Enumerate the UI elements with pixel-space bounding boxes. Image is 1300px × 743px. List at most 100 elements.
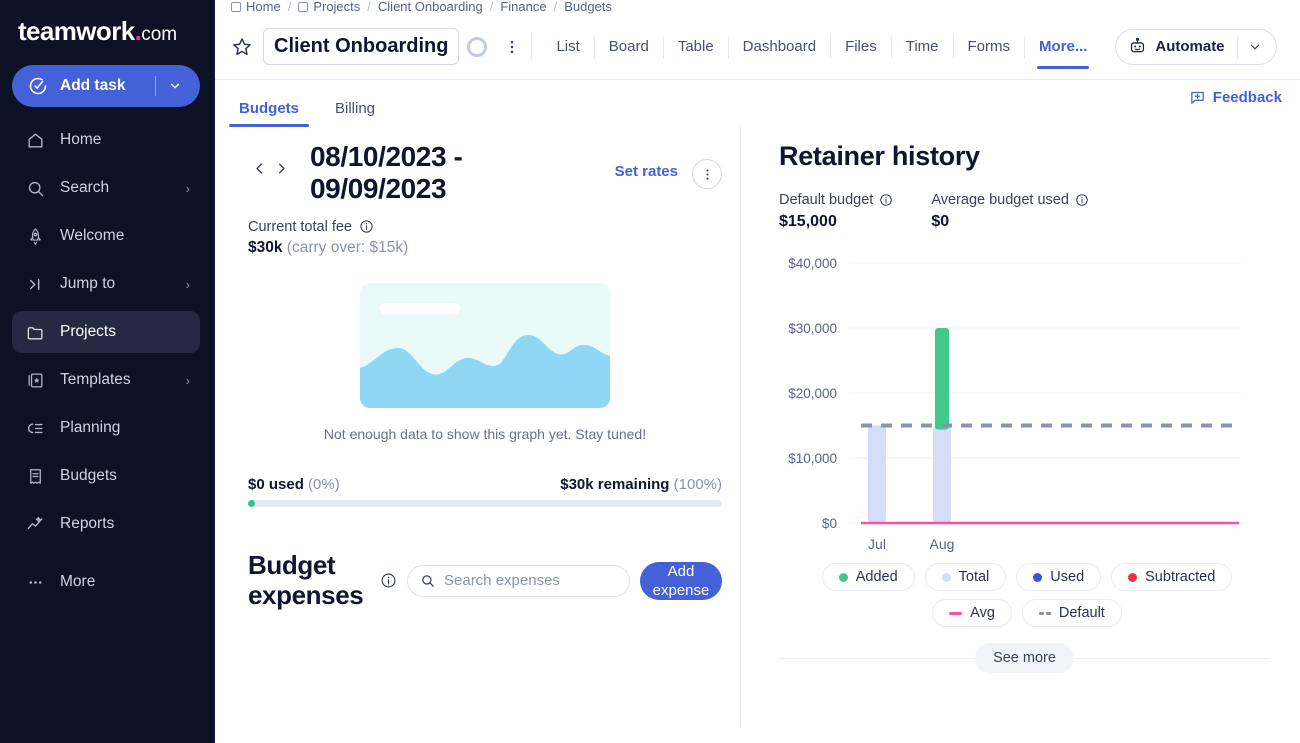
budget-progress-bar <box>248 500 722 507</box>
info-icon[interactable] <box>1075 193 1089 207</box>
star-icon[interactable] <box>231 36 253 58</box>
add-task-label: Add task <box>60 77 155 95</box>
legend-marker-dot <box>1128 573 1137 582</box>
breadcrumb-item-budgets[interactable]: Budgets <box>564 0 612 14</box>
tab-forms[interactable]: Forms <box>954 25 1025 69</box>
carry-over-label: (carry over: $15k) <box>287 239 408 256</box>
budget-kebab-menu-icon[interactable] <box>692 159 722 189</box>
stat-value: $0 <box>931 213 1089 231</box>
used-percent: (0%) <box>308 476 340 493</box>
sidebar-item-home[interactable]: Home <box>12 119 200 161</box>
tab-more[interactable]: More... <box>1025 25 1101 69</box>
progress-circle-icon[interactable] <box>467 37 487 57</box>
set-rates-link[interactable]: Set rates <box>615 163 678 180</box>
add-task-divider <box>155 76 156 96</box>
breadcrumb-label: Budgets <box>564 0 612 14</box>
info-icon[interactable] <box>359 219 374 234</box>
current-total-fee-label: Current total fee <box>248 219 352 235</box>
chevron-right-icon[interactable] <box>270 153 292 183</box>
sidebar-item-arrow: › <box>186 373 190 388</box>
automate-button[interactable]: Automate <box>1115 29 1276 65</box>
add-expense-button[interactable]: Add expense <box>640 562 722 600</box>
empty-graph-card <box>360 283 610 408</box>
legend-item-default[interactable]: Default <box>1022 599 1122 627</box>
stat-average-budget-used: Average budget used $0 <box>931 192 1089 231</box>
ellipsis-icon <box>26 573 50 592</box>
search-icon <box>26 179 50 198</box>
budget-expenses-section: Budget expenses Search expenses Add expe… <box>248 551 722 611</box>
empty-graph-wave-icon <box>360 328 610 408</box>
project-tabs: List Board Table Dashboard Files Time Fo… <box>542 25 1101 69</box>
breadcrumb-item-home[interactable]: Home <box>231 0 281 14</box>
budget-expenses-title: Budget expenses <box>248 551 368 611</box>
legend-item-used[interactable]: Used <box>1016 563 1101 591</box>
current-total-fee-label-row: Current total fee <box>248 219 722 235</box>
tab-dashboard[interactable]: Dashboard <box>729 25 830 69</box>
sidebar-item-label: Projects <box>60 323 190 341</box>
tab-files[interactable]: Files <box>831 25 891 69</box>
automate-label: Automate <box>1155 38 1224 55</box>
sidebar-item-more[interactable]: More <box>12 561 200 603</box>
breadcrumb-box-icon <box>298 2 308 12</box>
empty-graph-bar <box>380 303 460 314</box>
legend-item-added[interactable]: Added <box>822 563 915 591</box>
svg-text:$40,000: $40,000 <box>788 256 837 271</box>
info-icon[interactable] <box>879 193 893 207</box>
chevron-down-icon[interactable] <box>1238 40 1272 54</box>
legend-item-avg[interactable]: Avg <box>932 599 1012 627</box>
sidebar-item-jump-to[interactable]: Jump to › <box>12 263 200 305</box>
sidebar-item-welcome[interactable]: Welcome <box>12 215 200 257</box>
remaining-percent: (100%) <box>674 476 722 493</box>
home-icon <box>26 131 50 150</box>
sidebar-item-label: Welcome <box>60 227 190 245</box>
sidebar-item-search[interactable]: Search › <box>12 167 200 209</box>
subtab-billing[interactable]: Billing <box>329 100 381 127</box>
retainer-history-panel: Retainer history Default budget $15,000 … <box>741 127 1300 727</box>
legend-marker-dash <box>1039 612 1051 615</box>
info-icon[interactable] <box>380 572 397 589</box>
templates-icon <box>26 371 50 390</box>
chevron-left-icon[interactable] <box>248 153 270 183</box>
used-group: $0 used (0%) <box>248 476 340 493</box>
tab-time[interactable]: Time <box>892 25 953 69</box>
feedback-link[interactable]: Feedback <box>1189 89 1282 106</box>
sub-tabs: Budgets Billing Feedback <box>215 80 1300 127</box>
subtab-budgets[interactable]: Budgets <box>233 100 305 127</box>
stat-label-row: Default budget <box>779 192 893 208</box>
breadcrumb-item-projects[interactable]: Projects <box>298 0 360 14</box>
teamwork-logo[interactable]: teamwork.com <box>0 0 214 47</box>
project-title[interactable]: Client Onboarding <box>263 28 459 65</box>
svg-text:$10,000: $10,000 <box>788 451 837 466</box>
empty-graph-illustration <box>248 283 722 408</box>
tab-board[interactable]: Board <box>595 25 663 69</box>
robot-icon <box>1128 37 1147 56</box>
tab-list[interactable]: List <box>542 25 593 69</box>
sidebar-item-reports[interactable]: Reports <box>12 503 200 545</box>
sidebar-item-projects[interactable]: Projects <box>12 311 200 353</box>
tab-table[interactable]: Table <box>664 25 728 69</box>
svg-text:$0: $0 <box>822 516 837 531</box>
budget-usage-row: $0 used (0%) $30k remaining (100%) <box>248 476 722 493</box>
legend-item-subtracted[interactable]: Subtracted <box>1111 563 1232 591</box>
see-more-button[interactable]: See more <box>975 643 1074 673</box>
retainer-history-chart[interactable]: $0$10,000$20,000$30,000$40,000JulAug <box>779 251 1270 561</box>
sidebar-item-planning[interactable]: Planning <box>12 407 200 449</box>
date-range-label: 08/10/2023 - 09/09/2023 <box>310 141 525 205</box>
see-more-rule-left <box>779 658 975 659</box>
legend-item-total[interactable]: Total <box>925 563 1007 591</box>
breadcrumb-box-icon <box>231 2 241 12</box>
chevron-down-icon[interactable] <box>168 79 182 93</box>
sidebar-item-arrow: › <box>186 277 190 292</box>
chart-canvas: $0$10,000$20,000$30,000$40,000JulAug <box>779 251 1249 561</box>
legend-label: Used <box>1050 569 1084 585</box>
search-expenses-field[interactable]: Search expenses <box>407 565 630 597</box>
add-task-button[interactable]: Add task <box>12 65 200 107</box>
sidebar-item-templates[interactable]: Templates › <box>12 359 200 401</box>
sidebar-item-budgets[interactable]: Budgets <box>12 455 200 497</box>
retainer-stats: Default budget $15,000 Average budget us… <box>779 192 1270 231</box>
project-kebab-menu-icon[interactable] <box>499 38 525 56</box>
content-columns: 08/10/2023 - 09/09/2023 Set rates Curren… <box>215 127 1300 727</box>
breadcrumb-item-client-onboarding[interactable]: Client Onboarding <box>378 0 483 14</box>
breadcrumb-item-finance[interactable]: Finance <box>500 0 546 14</box>
legend-label: Avg <box>970 605 995 621</box>
